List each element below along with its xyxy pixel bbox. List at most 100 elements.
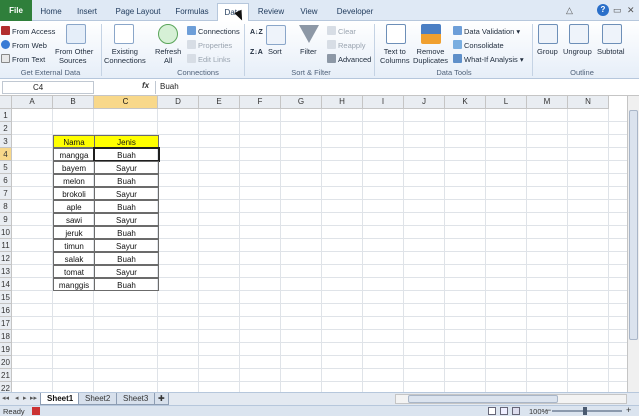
row-header-17[interactable]: 17 [0, 317, 12, 330]
row-header-4[interactable]: 4 [0, 148, 12, 161]
data-validation-button[interactable]: Data Validation ▾ [453, 26, 520, 36]
sort-button[interactable]: Sort [268, 47, 282, 56]
zoom-slider[interactable] [552, 410, 622, 412]
tab-file[interactable]: File [0, 0, 32, 21]
column-header-f[interactable]: F [240, 96, 281, 109]
select-all-corner[interactable] [0, 96, 12, 109]
ungroup-button[interactable]: Ungroup [563, 47, 592, 56]
filter-button[interactable]: Filter [300, 47, 317, 56]
from-web-button[interactable]: From Web [1, 40, 47, 50]
minimize-icon[interactable]: ▭ [613, 5, 622, 16]
normal-view-icon[interactable] [488, 407, 496, 415]
page-layout-view-icon[interactable] [500, 407, 508, 415]
from-other-sources-icon[interactable] [66, 24, 86, 44]
table-cell[interactable]: salak [53, 252, 95, 265]
row-header-18[interactable]: 18 [0, 330, 12, 343]
sort-icon[interactable] [266, 25, 286, 45]
sheet-nav-last-icon[interactable]: ▸▸ [30, 394, 37, 402]
table-cell[interactable]: brokoli [53, 187, 95, 200]
sheet-tab-sheet1[interactable]: Sheet1 [40, 393, 81, 405]
column-header-k[interactable]: K [445, 96, 486, 109]
macro-record-icon[interactable] [32, 407, 40, 415]
table-cell[interactable]: aple [53, 200, 95, 213]
horizontal-scroll-thumb[interactable] [408, 395, 558, 403]
row-header-5[interactable]: 5 [0, 161, 12, 174]
insert-function-icon[interactable]: fx [142, 81, 149, 90]
table-header-cell[interactable]: Nama [53, 135, 95, 148]
reapply-button[interactable]: Reapply [327, 40, 366, 50]
column-header-i[interactable]: I [363, 96, 404, 109]
properties-button[interactable]: Properties [187, 40, 232, 50]
row-header-6[interactable]: 6 [0, 174, 12, 187]
active-cell[interactable]: Buah [93, 147, 160, 162]
row-header-2[interactable]: 2 [0, 122, 12, 135]
table-cell[interactable]: Buah [94, 278, 159, 291]
from-other-sources-button[interactable]: From Other Sources [55, 47, 93, 65]
minimize-ribbon-icon[interactable]: △ [566, 5, 573, 16]
text-to-columns-button[interactable]: Text to Columns [380, 47, 410, 65]
what-if-analysis-button[interactable]: What-If Analysis ▾ [453, 54, 524, 64]
page-break-view-icon[interactable] [512, 407, 520, 415]
insert-sheet-icon[interactable]: ✚ [154, 393, 169, 405]
help-icon[interactable]: ? [597, 4, 609, 16]
tab-page-layout[interactable]: Page Layout [112, 3, 164, 21]
edit-links-button[interactable]: Edit Links [187, 54, 231, 64]
tab-developer[interactable]: Developer [333, 3, 377, 21]
ungroup-icon[interactable] [569, 24, 589, 44]
row-header-11[interactable]: 11 [0, 239, 12, 252]
column-header-n[interactable]: N [568, 96, 609, 109]
table-cell[interactable]: timun [53, 239, 95, 252]
sort-z-to-a-button[interactable]: Z↓A [250, 49, 263, 56]
column-header-l[interactable]: L [486, 96, 527, 109]
row-header-1[interactable]: 1 [0, 109, 12, 122]
table-cell[interactable]: Buah [94, 174, 159, 187]
table-cell[interactable]: melon [53, 174, 95, 187]
tab-insert[interactable]: Insert [72, 3, 102, 21]
subtotal-button[interactable]: Subtotal [597, 47, 625, 56]
column-header-j[interactable]: J [404, 96, 445, 109]
table-cell[interactable]: Sayur [94, 161, 159, 174]
remove-duplicates-icon[interactable] [421, 24, 441, 44]
table-cell[interactable]: Sayur [94, 187, 159, 200]
row-header-14[interactable]: 14 [0, 278, 12, 291]
horizontal-scrollbar[interactable] [395, 394, 627, 404]
column-header-c[interactable]: C [94, 96, 158, 109]
close-icon[interactable]: ✕ [627, 5, 635, 16]
connections-button[interactable]: Connections [187, 26, 240, 36]
column-header-e[interactable]: E [199, 96, 240, 109]
row-header-3[interactable]: 3 [0, 135, 12, 148]
worksheet-grid[interactable]: A B C D E F G H I J K L M N 1 2 3 4 5 6 7 8 9 10 11 12 13 14 15 16 17 1… [0, 96, 627, 392]
column-header-b[interactable]: B [53, 96, 94, 109]
row-header-20[interactable]: 20 [0, 356, 12, 369]
vertical-scrollbar[interactable] [627, 96, 639, 392]
tab-formulas[interactable]: Formulas [172, 3, 212, 21]
table-cell[interactable]: Buah [94, 226, 159, 239]
table-cell[interactable]: Sayur [94, 213, 159, 226]
sheet-nav-next-icon[interactable]: ▸ [23, 394, 27, 402]
table-cell[interactable]: jeruk [53, 226, 95, 239]
sheet-nav-prev-icon[interactable]: ◂ [15, 394, 19, 402]
consolidate-button[interactable]: Consolidate [453, 40, 504, 50]
column-header-a[interactable]: A [12, 96, 53, 109]
refresh-icon[interactable] [158, 24, 178, 44]
table-cell[interactable]: manggis [53, 278, 95, 291]
column-header-d[interactable]: D [158, 96, 199, 109]
zoom-in-icon[interactable]: + [626, 405, 631, 415]
table-cell[interactable]: tomat [53, 265, 95, 278]
zoom-out-icon[interactable]: − [546, 405, 551, 415]
zoom-slider-knob[interactable] [583, 407, 587, 415]
vertical-scroll-thumb[interactable] [629, 110, 638, 340]
row-header-22[interactable]: 22 [0, 382, 12, 392]
table-cell[interactable]: bayem [53, 161, 95, 174]
tab-review[interactable]: Review [255, 3, 287, 21]
column-header-h[interactable]: H [322, 96, 363, 109]
table-cell[interactable]: mangga [53, 148, 95, 161]
column-header-g[interactable]: G [281, 96, 322, 109]
sheet-tab-sheet2[interactable]: Sheet2 [78, 393, 118, 405]
refresh-all-button[interactable]: Refresh All [155, 47, 181, 65]
table-header-cell[interactable]: Jenis [94, 135, 159, 148]
row-header-8[interactable]: 8 [0, 200, 12, 213]
tab-home[interactable]: Home [38, 3, 64, 21]
table-cell[interactable]: Buah [94, 200, 159, 213]
text-to-columns-icon[interactable] [386, 24, 406, 44]
